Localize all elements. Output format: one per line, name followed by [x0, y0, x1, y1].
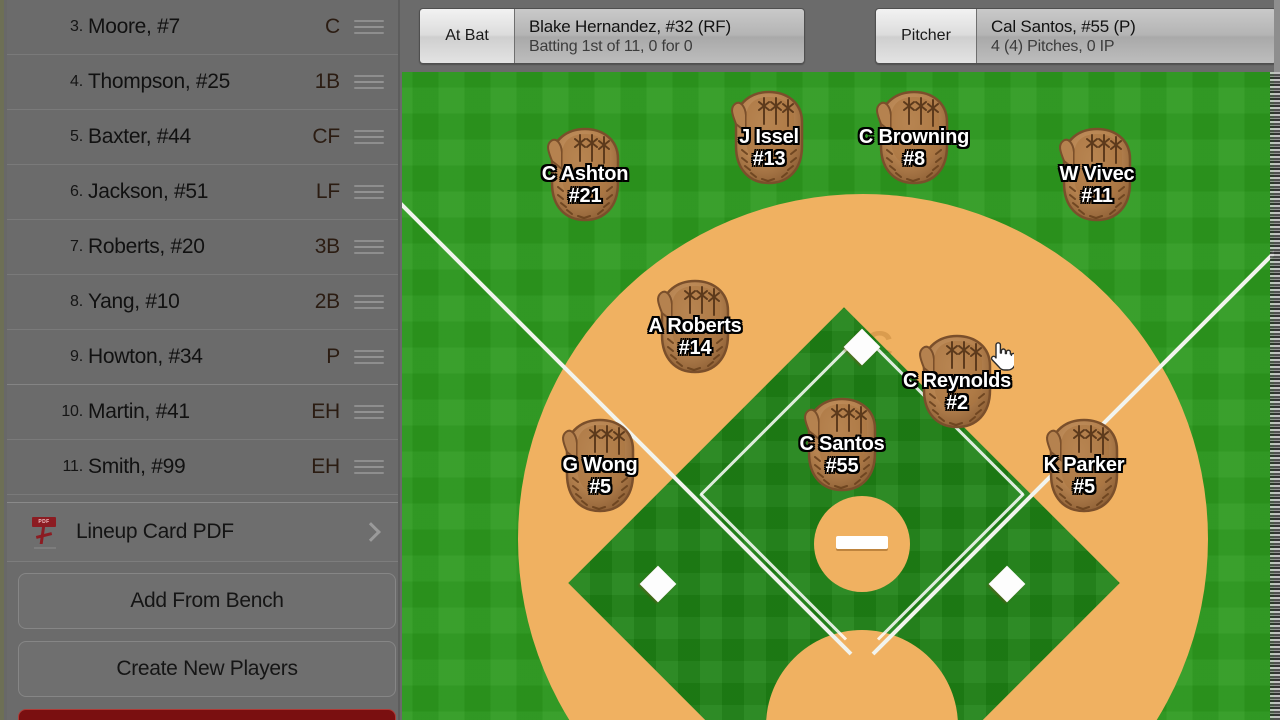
baseball-field[interactable]: GC C Ashton#21J Issel#13C Browning#8W Vi…: [402, 72, 1274, 720]
lineup-row-player-name: Baxter, #44: [88, 125, 191, 148]
baseball-glove-icon: [553, 416, 647, 516]
drag-handle-icon[interactable]: [354, 126, 384, 148]
pitching-rubber: [836, 536, 888, 549]
drag-handle-icon[interactable]: [354, 401, 384, 423]
lineup-sidebar: 3. Moore, #7 C 4. Thompson, #25 1B 5. Baxter, #…: [7, 0, 400, 720]
baseball-glove-icon: [1037, 416, 1131, 516]
lineup-row-order: 4.: [70, 73, 83, 90]
drag-handle-icon[interactable]: [354, 16, 384, 38]
lineup-row[interactable]: 9. Howton, #34 P: [7, 330, 400, 385]
pitcher-stats: 4 (4) Pitches, 0 IP: [991, 37, 1115, 55]
baseball-glove-icon: [795, 395, 889, 495]
lineup-row[interactable]: 11. Smith, #99 EH: [7, 440, 400, 495]
lineup-row-position: 1B: [314, 70, 340, 93]
game-status-topbar: At Bat Blake Hernandez, #32 (RF) Batting…: [400, 0, 1280, 72]
screen-edge-artifact: [1270, 72, 1280, 720]
lineup-row-player-name: Yang, #10: [88, 290, 180, 313]
chevron-right-icon: [361, 522, 381, 542]
lineup-row-order: 3.: [70, 18, 83, 35]
at-bat-panel[interactable]: At Bat Blake Hernandez, #32 (RF) Batting…: [419, 8, 805, 64]
at-bat-key-label: At Bat: [420, 9, 515, 63]
lineup-row-order: 6.: [70, 183, 83, 200]
at-bat-player: Blake Hernandez, #32 (RF): [529, 16, 731, 36]
danger-action-button[interactable]: [18, 709, 396, 720]
lineup-row[interactable]: 5. Baxter, #44 CF: [7, 110, 400, 165]
lineup-row-order: 9.: [70, 348, 83, 365]
pitchers-mound: [814, 496, 910, 592]
drag-handle-icon[interactable]: [354, 181, 384, 203]
lineup-card-pdf-row[interactable]: PDF Lineup Card PDF: [7, 502, 400, 562]
lineup-row-player-name: Jackson, #51: [88, 180, 209, 203]
at-bat-value: Blake Hernandez, #32 (RF) Batting 1st of…: [515, 9, 804, 63]
drag-handle-icon[interactable]: [354, 236, 384, 258]
lineup-row[interactable]: 4. Thompson, #25 1B: [7, 55, 400, 110]
pdf-icon: PDF: [32, 517, 58, 549]
lineup-row-position: 2B: [314, 290, 340, 313]
lineup-row[interactable]: 8. Yang, #10 2B: [7, 275, 400, 330]
lineup-row[interactable]: 6. Jackson, #51 LF: [7, 165, 400, 220]
lineup-row-position: 3B: [314, 235, 340, 258]
lineup-row-player-name: Thompson, #25: [88, 70, 231, 93]
pitcher-value: Cal Santos, #55 (P) 4 (4) Pitches, 0 IP: [977, 9, 1276, 63]
lineup-list: 3. Moore, #7 C 4. Thompson, #25 1B 5. Baxter, #…: [7, 0, 400, 495]
lineup-row-position: CF: [312, 125, 340, 148]
baseball-lineup-screen: 3. Moore, #7 C 4. Thompson, #25 1B 5. Baxter, #…: [0, 0, 1280, 720]
lineup-row-player-name: Martin, #41: [88, 400, 190, 423]
lineup-row-order: 5.: [70, 128, 83, 145]
baseball-glove-icon: [1050, 125, 1144, 225]
lineup-row-order: 10.: [61, 403, 83, 420]
at-bat-stats: Batting 1st of 11, 0 for 0: [529, 37, 693, 55]
baseball-glove-icon: [722, 88, 816, 188]
create-new-players-button[interactable]: Create New Players: [18, 641, 396, 697]
lineup-row-order: 8.: [70, 293, 83, 310]
pointing-hand-cursor: [990, 342, 1014, 371]
baseball-glove-icon: [648, 277, 742, 377]
baseball-glove-icon: [538, 125, 632, 225]
lineup-row[interactable]: 3. Moore, #7 C: [7, 0, 400, 55]
drag-handle-icon[interactable]: [354, 71, 384, 93]
lineup-row-player-name: Smith, #99: [88, 455, 186, 478]
lineup-row-player-name: Howton, #34: [88, 345, 203, 368]
lineup-row-position: LF: [315, 180, 340, 203]
baseball-glove-icon: [867, 88, 961, 188]
lineup-row-order: 11.: [62, 458, 84, 475]
lineup-row-order: 7.: [70, 238, 83, 255]
lineup-card-pdf-label: Lineup Card PDF: [76, 520, 234, 543]
lineup-row-position: P: [326, 345, 340, 368]
drag-handle-icon[interactable]: [354, 291, 384, 313]
sidebar-divider: [398, 0, 400, 720]
lineup-row-position: EH: [311, 455, 340, 478]
lineup-row-position: C: [325, 15, 340, 38]
add-from-bench-button[interactable]: Add From Bench: [18, 573, 396, 629]
lineup-row[interactable]: 10. Martin, #41 EH: [7, 385, 400, 440]
screen-edge-artifact-top: [1274, 0, 1280, 72]
pitcher-player: Cal Santos, #55 (P): [991, 16, 1136, 36]
lineup-row-player-name: Moore, #7: [88, 15, 180, 38]
pitcher-panel[interactable]: Pitcher Cal Santos, #55 (P) 4 (4) Pitche…: [875, 8, 1277, 64]
lineup-row-position: EH: [311, 400, 340, 423]
lineup-row-player-name: Roberts, #20: [88, 235, 205, 258]
drag-handle-icon[interactable]: [354, 346, 384, 368]
lineup-row[interactable]: 7. Roberts, #20 3B: [7, 220, 400, 275]
pitcher-key-label: Pitcher: [876, 9, 977, 63]
drag-handle-icon[interactable]: [354, 456, 384, 478]
